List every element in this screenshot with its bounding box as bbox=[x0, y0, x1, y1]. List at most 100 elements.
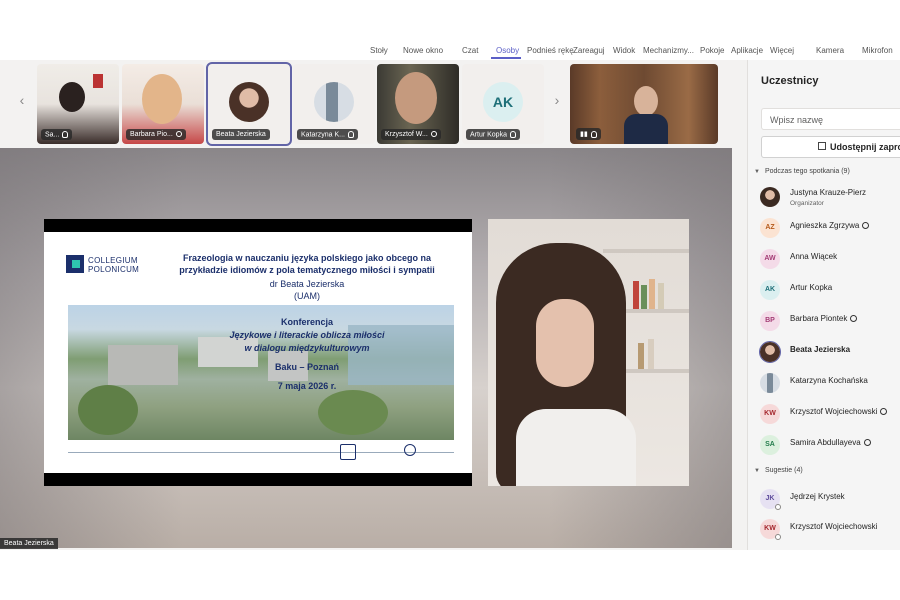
toolbar-item-view[interactable]: Widok bbox=[613, 46, 635, 55]
book bbox=[638, 343, 644, 369]
participant-row[interactable]: Katarzyna Kochańska bbox=[760, 371, 900, 397]
participant-tile-wide[interactable]: ▮▮ bbox=[570, 64, 718, 144]
participant-tile-name: Barbara Pio... bbox=[126, 129, 186, 140]
raised-hand-icon bbox=[863, 439, 871, 447]
participant-photo bbox=[760, 373, 780, 393]
slide-footer-line bbox=[68, 452, 454, 467]
participant-photo bbox=[759, 341, 781, 363]
participant-tile[interactable]: Barbara Pio... bbox=[122, 64, 204, 144]
participant-row[interactable]: Beata Jezierska bbox=[759, 340, 900, 366]
participant-row[interactable]: Justyna Krauze-Pierz Organizator bbox=[760, 185, 900, 211]
participant-row[interactable]: SA Samira Abdullayeva bbox=[760, 433, 900, 459]
toolbar-item-mic[interactable]: Mikrofon bbox=[862, 46, 893, 55]
offline-status-icon bbox=[775, 534, 781, 540]
raised-hand-icon bbox=[850, 315, 858, 323]
participant-tile-selected[interactable]: Beata Jezierska bbox=[206, 62, 292, 146]
toolbar-item-raise-hand[interactable]: Podnieś rękę bbox=[527, 46, 574, 55]
slide-content: COLLEGIUM POLONICUM Frazeologia w naucza… bbox=[44, 232, 472, 473]
suggestion-row[interactable]: JK Jędrzej Krystek bbox=[760, 487, 900, 513]
participant-name: Beata Jezierska bbox=[790, 345, 851, 354]
participant-tile-name: ▮▮ bbox=[576, 128, 601, 140]
participant-avatar: SA bbox=[760, 435, 780, 455]
participant-photo bbox=[229, 82, 269, 122]
participant-tile-name: Artur Kopka bbox=[466, 128, 520, 140]
participant-search-input[interactable]: Wpisz nazwę bbox=[761, 108, 900, 130]
uam-logo-icon bbox=[340, 444, 356, 460]
tree bbox=[78, 385, 138, 435]
speaker-shirt bbox=[516, 409, 636, 486]
participant-row[interactable]: AZ Agnieszka Zgrzywa bbox=[760, 216, 900, 242]
section-in-meeting[interactable]: ▼ Podczas tego spotkania (9) bbox=[754, 168, 850, 175]
main-speaker-name: Beata Jezierska bbox=[0, 538, 58, 549]
building bbox=[108, 345, 178, 385]
participant-tile[interactable]: Krzysztof W... bbox=[377, 64, 459, 144]
raised-hand-icon bbox=[175, 131, 182, 138]
toolbar-item-apps[interactable]: Aplikacje bbox=[731, 46, 763, 55]
strip-prev-arrow-icon[interactable]: ‹ bbox=[16, 92, 28, 108]
participant-name: Samira Abdullayeva bbox=[790, 438, 871, 447]
raised-hand-icon bbox=[880, 408, 888, 416]
participant-silhouette bbox=[142, 74, 182, 124]
share-invite-button[interactable]: Udostępnij zaproszenie bbox=[761, 136, 900, 158]
participants-panel: Uczestnicy Wpisz nazwę Udostępnij zapros… bbox=[747, 60, 900, 550]
participant-tile-name: Katarzyna K... bbox=[297, 128, 358, 140]
participant-initials-avatar: AK bbox=[483, 82, 523, 122]
participant-row[interactable]: KW Krzysztof Wojciechowski bbox=[760, 402, 900, 428]
participant-avatar: KW bbox=[760, 404, 780, 424]
shared-slide: COLLEGIUM POLONICUM Frazeologia w naucza… bbox=[44, 219, 472, 486]
author-affiliation: (UAM) bbox=[294, 291, 320, 301]
toolbar-item-chat[interactable]: Czat bbox=[462, 46, 478, 55]
toolbar-item-rooms[interactable]: Pokoje bbox=[700, 46, 724, 55]
panel-title: Uczestnicy bbox=[761, 75, 819, 87]
slide-author: dr Beata Jezierska (UAM) bbox=[162, 278, 452, 302]
participant-silhouette bbox=[59, 82, 85, 112]
participant-tile-name: Beata Jezierska bbox=[212, 129, 270, 140]
participant-role: Organizator bbox=[790, 200, 824, 207]
toolbar-item-more[interactable]: Więcej bbox=[770, 46, 794, 55]
conference-title-line-2: w dialogu międzykulturowym bbox=[244, 343, 370, 353]
participant-name: Justyna Krauze-Pierz bbox=[790, 188, 867, 197]
participant-clothing bbox=[624, 114, 668, 144]
toolbar-item-camera[interactable]: Kamera bbox=[816, 46, 844, 55]
meeting-toolbar: Stoły Nowe okno Czat Osoby Podnieś rękę … bbox=[0, 0, 900, 60]
strip-next-arrow-icon[interactable]: › bbox=[551, 92, 563, 108]
offline-status-icon bbox=[775, 504, 781, 510]
participant-tile-name: Krzysztof W... bbox=[381, 129, 441, 140]
author-name: dr Beata Jezierska bbox=[269, 279, 345, 289]
participant-name: Artur Kopka bbox=[790, 283, 833, 292]
participant-row[interactable]: BP Barbara Piontek bbox=[760, 309, 900, 335]
chevron-down-icon: ▼ bbox=[754, 169, 760, 175]
speaker-face bbox=[536, 299, 594, 387]
participant-name: Krzysztof Wojciechowski bbox=[790, 522, 878, 531]
toolbar-item-people[interactable]: Osoby bbox=[496, 46, 519, 55]
participant-avatar: AK bbox=[760, 280, 780, 300]
toolbar-item-react[interactable]: Zareaguj bbox=[573, 46, 605, 55]
participant-tile[interactable]: AK Artur Kopka bbox=[462, 64, 544, 144]
bookshelf bbox=[603, 249, 689, 253]
participant-tile[interactable]: Sa... bbox=[37, 64, 119, 144]
toolbar-item-new-window[interactable]: Nowe okno bbox=[403, 46, 443, 55]
share-invite-label: Udostępnij zaproszenie bbox=[830, 142, 900, 152]
participant-name: Agnieszka Zgrzywa bbox=[790, 221, 870, 230]
book bbox=[633, 281, 639, 309]
participant-row[interactable]: AK Artur Kopka bbox=[760, 278, 900, 304]
participant-row[interactable]: AW Anna Wiącek bbox=[760, 247, 900, 273]
section-in-meeting-label: Podczas tego spotkania (9) bbox=[764, 168, 850, 175]
section-suggestions[interactable]: ▼ Sugestie (4) bbox=[754, 467, 803, 474]
conference-info: Konferencja Językowe i literackie oblicz… bbox=[212, 316, 402, 393]
wall-picture bbox=[93, 74, 103, 88]
toolbar-item-stoly[interactable]: Stoły bbox=[370, 46, 388, 55]
conference-place: Baku – Poznań bbox=[274, 362, 339, 372]
chevron-down-icon: ▼ bbox=[754, 468, 760, 474]
participant-name: Anna Wiącek bbox=[790, 252, 838, 261]
raised-hand-icon bbox=[430, 131, 437, 138]
signal-icon: ▮▮ bbox=[580, 131, 588, 138]
participant-name: Barbara Piontek bbox=[790, 314, 858, 323]
toolbar-item-tools[interactable]: Mechanizmy... bbox=[643, 46, 694, 55]
participant-photo bbox=[314, 82, 354, 122]
participant-silhouette bbox=[634, 86, 658, 116]
participant-tile[interactable]: Katarzyna K... bbox=[293, 64, 375, 144]
book bbox=[658, 283, 664, 309]
speaker-video[interactable] bbox=[488, 219, 689, 486]
suggestion-row[interactable]: KW Krzysztof Wojciechowski bbox=[760, 517, 900, 543]
